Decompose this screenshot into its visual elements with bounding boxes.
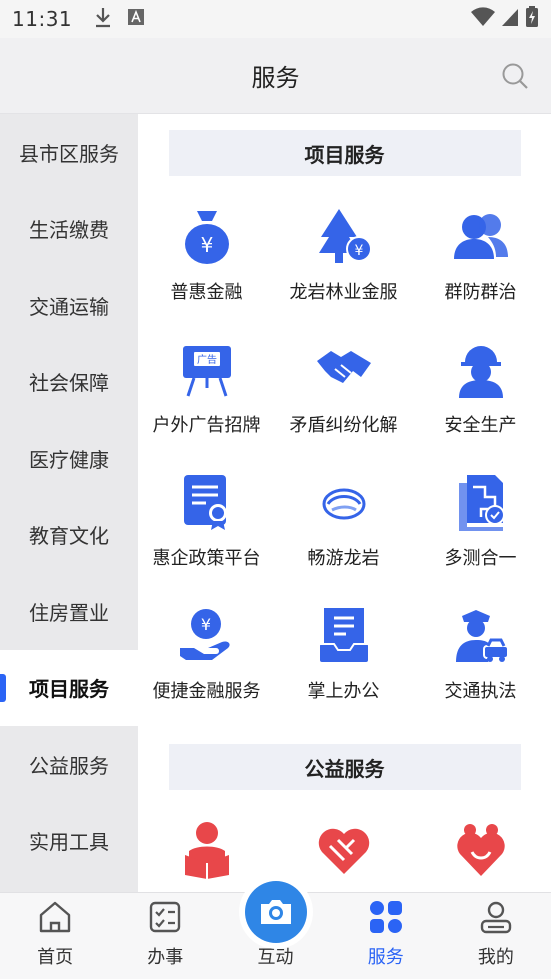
- traffic-police-icon: [451, 605, 511, 665]
- svg-text:¥: ¥: [200, 615, 210, 634]
- sidebar-item-label: 住房置业: [29, 600, 109, 625]
- service-tile-mobile-office[interactable]: 掌上办公: [275, 595, 412, 728]
- sidebar-item-label: 交通运输: [29, 294, 109, 319]
- service-label: 畅游龙岩: [307, 548, 380, 569]
- tab-affairs[interactable]: 办事: [110, 893, 220, 979]
- sidebar-item-transport[interactable]: 交通运输: [0, 267, 138, 344]
- hardhat-worker-icon: [451, 339, 511, 399]
- sidebar-item-tools[interactable]: 实用工具: [0, 803, 138, 880]
- service-label: 安全生产: [444, 415, 517, 436]
- tab-label: 首页: [37, 947, 74, 968]
- service-label: 交通执法: [444, 681, 517, 702]
- service-label: 便捷金融服务: [152, 681, 261, 702]
- sidebar-item-project-services[interactable]: 项目服务: [0, 649, 138, 726]
- money-bag-icon: ¥: [177, 206, 237, 266]
- sidebar-item-label: 实用工具: [29, 830, 109, 855]
- tab-interact[interactable]: 互动: [220, 881, 330, 979]
- sidebar-item-county-services[interactable]: 县市区服务: [0, 114, 138, 191]
- service-label: 惠企政策平台: [152, 548, 261, 569]
- forest-finance-icon: ¥: [314, 206, 374, 266]
- tourism-logo-icon: [314, 472, 374, 532]
- sidebar-item-social-security[interactable]: 社会保障: [0, 344, 138, 421]
- search-icon[interactable]: [501, 62, 529, 90]
- page-title: 服务: [251, 64, 300, 92]
- svg-text:¥: ¥: [354, 243, 363, 259]
- survey-map-icon: [451, 472, 511, 532]
- service-tile-reading[interactable]: [138, 810, 275, 892]
- sidebar-item-housing[interactable]: 住房置业: [0, 573, 138, 650]
- sidebar-item-utility-payment[interactable]: 生活缴费: [0, 191, 138, 268]
- sidebar-item-label: 教育文化: [29, 524, 109, 549]
- status-time: 11:31: [12, 7, 73, 31]
- tab-label: 办事: [147, 947, 184, 968]
- policy-certificate-icon: [177, 472, 237, 532]
- reading-person-icon: [177, 820, 237, 880]
- bottom-tab-bar: 首页 办事 互动 服务 我的: [0, 881, 551, 979]
- service-tile-multi-survey[interactable]: 多测合一: [412, 462, 549, 595]
- service-tile-group-defense[interactable]: 群防群治: [412, 196, 549, 329]
- service-tile-traffic-enforcement[interactable]: 交通执法: [412, 595, 549, 728]
- office-document-icon: [314, 605, 374, 665]
- app-header: 服务: [0, 38, 551, 114]
- service-label: 掌上办公: [307, 681, 380, 702]
- tab-label: 互动: [257, 947, 294, 968]
- svg-text:¥: ¥: [200, 233, 213, 257]
- sidebar-item-label: 县市区服务: [19, 141, 119, 166]
- battery-icon: [525, 6, 539, 32]
- service-tile-family-care[interactable]: [412, 810, 549, 892]
- handshake-icon: [314, 339, 374, 399]
- user-icon: [478, 899, 514, 935]
- tab-services[interactable]: 服务: [331, 893, 441, 979]
- download-icon: [94, 6, 112, 32]
- camera-icon[interactable]: [244, 881, 307, 943]
- sidebar-item-education[interactable]: 教育文化: [0, 497, 138, 574]
- tab-profile[interactable]: 我的: [441, 893, 551, 979]
- service-label: 龙岩林业金服: [289, 282, 398, 303]
- sidebar-item-label: 项目服务: [29, 677, 109, 702]
- service-label: 群防群治: [444, 282, 517, 303]
- sidebar-item-public-welfare[interactable]: 公益服务: [0, 726, 138, 803]
- tab-label: 我的: [477, 947, 514, 968]
- sidebar-item-label: 医疗健康: [29, 447, 109, 472]
- heart-family-icon: [451, 820, 511, 880]
- section-title-public-welfare: 公益服务: [168, 744, 521, 790]
- services-content: 项目服务 ¥ 普惠金融 ¥ 龙岩林业金服 群防群治 广告 户外广告招牌 矛盾纠纷…: [138, 114, 551, 892]
- service-label: 多测合一: [444, 548, 517, 569]
- service-tile-policy-platform[interactable]: 惠企政策平台: [138, 462, 275, 595]
- service-tile-charity[interactable]: [275, 810, 412, 892]
- billboard-badge: 广告: [197, 353, 217, 366]
- sidebar-item-label: 公益服务: [29, 753, 109, 778]
- tab-home[interactable]: 首页: [0, 893, 110, 979]
- service-tile-convenient-finance[interactable]: ¥ 便捷金融服务: [138, 595, 275, 728]
- font-a-icon: [128, 9, 145, 29]
- service-tile-tour-longyan[interactable]: 畅游龙岩: [275, 462, 412, 595]
- grid-icon: [368, 899, 404, 935]
- sidebar-item-label: 社会保障: [29, 371, 109, 396]
- service-tile-safety-production[interactable]: 安全生产: [412, 329, 549, 462]
- service-label: 普惠金融: [170, 282, 243, 303]
- status-bar: 11:31: [0, 0, 551, 38]
- group-people-icon: [451, 206, 511, 266]
- service-label: 矛盾纠纷化解: [289, 415, 398, 436]
- sidebar-item-healthcare[interactable]: 医疗健康: [0, 420, 138, 497]
- category-sidebar: 县市区服务 生活缴费 交通运输 社会保障 医疗健康 教育文化 住房置业 项目服务…: [0, 114, 138, 892]
- wifi-icon: [471, 7, 495, 31]
- tab-label: 服务: [367, 947, 404, 968]
- billboard-icon: 广告: [177, 339, 237, 399]
- checklist-icon: [147, 899, 183, 935]
- section-title-project-services: 项目服务: [168, 130, 521, 176]
- service-tile-forestry-finance[interactable]: ¥ 龙岩林业金服: [275, 196, 412, 329]
- service-tile-inclusive-finance[interactable]: ¥ 普惠金融: [138, 196, 275, 329]
- signal-icon: [501, 7, 519, 31]
- service-label: 户外广告招牌: [152, 415, 261, 436]
- service-tile-outdoor-ads[interactable]: 广告 户外广告招牌: [138, 329, 275, 462]
- service-grid-project: ¥ 普惠金融 ¥ 龙岩林业金服 群防群治 广告 户外广告招牌 矛盾纠纷化解 安全…: [138, 196, 551, 728]
- service-grid-public-welfare: [138, 810, 551, 892]
- home-icon: [37, 899, 73, 935]
- service-tile-dispute-resolution[interactable]: 矛盾纠纷化解: [275, 329, 412, 462]
- heart-hands-icon: [314, 820, 374, 880]
- hand-coin-icon: ¥: [177, 605, 237, 665]
- sidebar-item-label: 生活缴费: [29, 218, 109, 243]
